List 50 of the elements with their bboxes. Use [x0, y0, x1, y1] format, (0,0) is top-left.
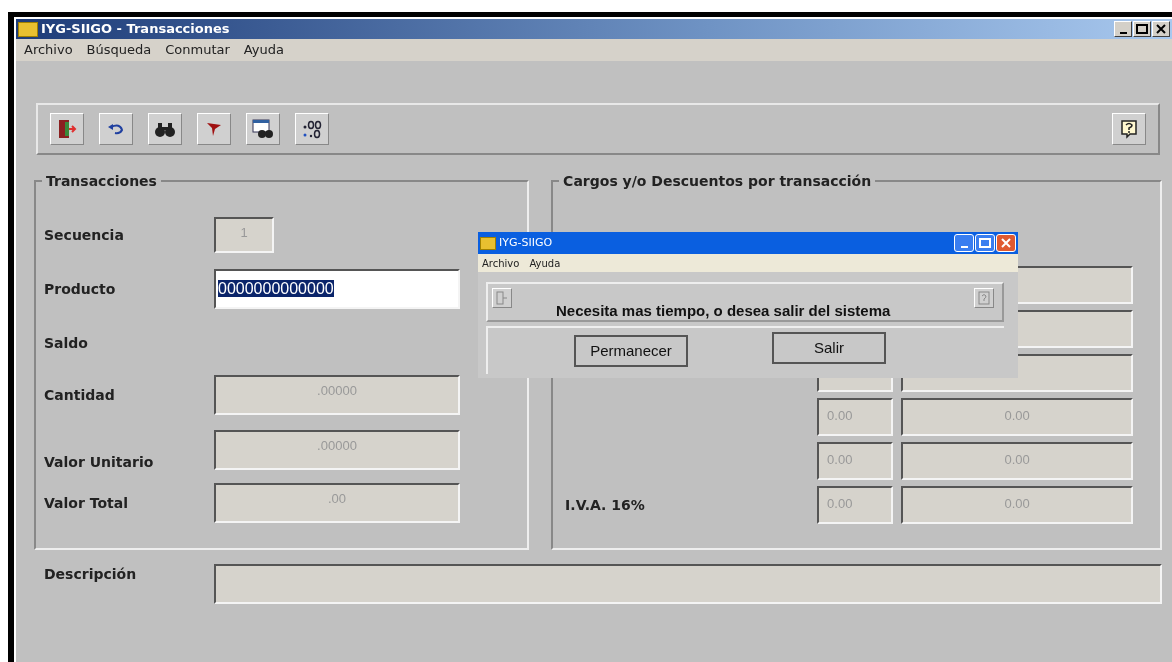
minimize-button[interactable] [1114, 21, 1132, 37]
menu-item[interactable]: Ayuda [243, 40, 284, 60]
menu-item[interactable]: Archivo [482, 255, 520, 271]
dialog-button[interactable]: Permanecer [574, 335, 688, 367]
menu-item[interactable]: Búsqueda [86, 40, 152, 60]
window-binoculars-icon [252, 119, 274, 139]
help-button[interactable] [1112, 113, 1146, 145]
field-label: Descripción [44, 565, 138, 584]
exit-door-icon [56, 118, 78, 140]
help-icon [978, 291, 990, 305]
dialog-message: Necesita mas tiempo, o desea salir del sistema [556, 301, 891, 321]
menu-item[interactable]: Archivo [24, 40, 73, 60]
toolbar-button[interactable] [99, 113, 133, 145]
field-label: Valor Unitario [44, 452, 155, 472]
maximize-button[interactable] [1133, 21, 1151, 37]
dialog-button[interactable]: Salir [772, 332, 886, 364]
field-label: Saldo [44, 333, 89, 353]
window-title: IYG-SIIGO - Transacciones [41, 20, 230, 39]
dialog-title: IYG-SIIGO [499, 234, 553, 251]
help-icon [1120, 119, 1138, 139]
minimize-icon [1119, 31, 1127, 34]
close-icon [1156, 24, 1166, 34]
field-label: Valor Total [44, 493, 129, 513]
menu-item[interactable]: Ayuda [529, 255, 561, 271]
minimize-icon [960, 245, 968, 248]
row-label: I.V.A. 16% [565, 495, 646, 515]
toolbar-button[interactable] [295, 113, 329, 145]
toolbar-button[interactable] [148, 113, 182, 145]
close-button[interactable] [1152, 21, 1170, 37]
field-label: Secuencia [44, 225, 125, 245]
close-icon [1001, 238, 1011, 248]
input-field[interactable] [214, 564, 1162, 604]
binoculars-icon [154, 120, 176, 138]
toolbar-button[interactable] [246, 113, 280, 145]
maximize-icon [1136, 24, 1148, 34]
maximize-icon [979, 238, 991, 248]
exit-door-icon [496, 291, 508, 305]
undo-icon [106, 121, 126, 137]
toolbar-button[interactable] [197, 113, 231, 145]
group-title: Cargos y/o Descuentos por transacción [559, 171, 876, 192]
exit-button[interactable] [492, 288, 512, 308]
menu-item[interactable]: Conmutar [165, 40, 230, 60]
field-label: Producto [44, 279, 117, 299]
field-label: Cantidad [44, 385, 116, 405]
decimal-format-icon [301, 119, 323, 139]
toolbar-button[interactable] [50, 113, 84, 145]
app-icon [480, 236, 496, 250]
app-icon [18, 21, 38, 37]
input-field[interactable]: 0000000000000 [214, 269, 460, 309]
help-button[interactable] [974, 288, 994, 308]
